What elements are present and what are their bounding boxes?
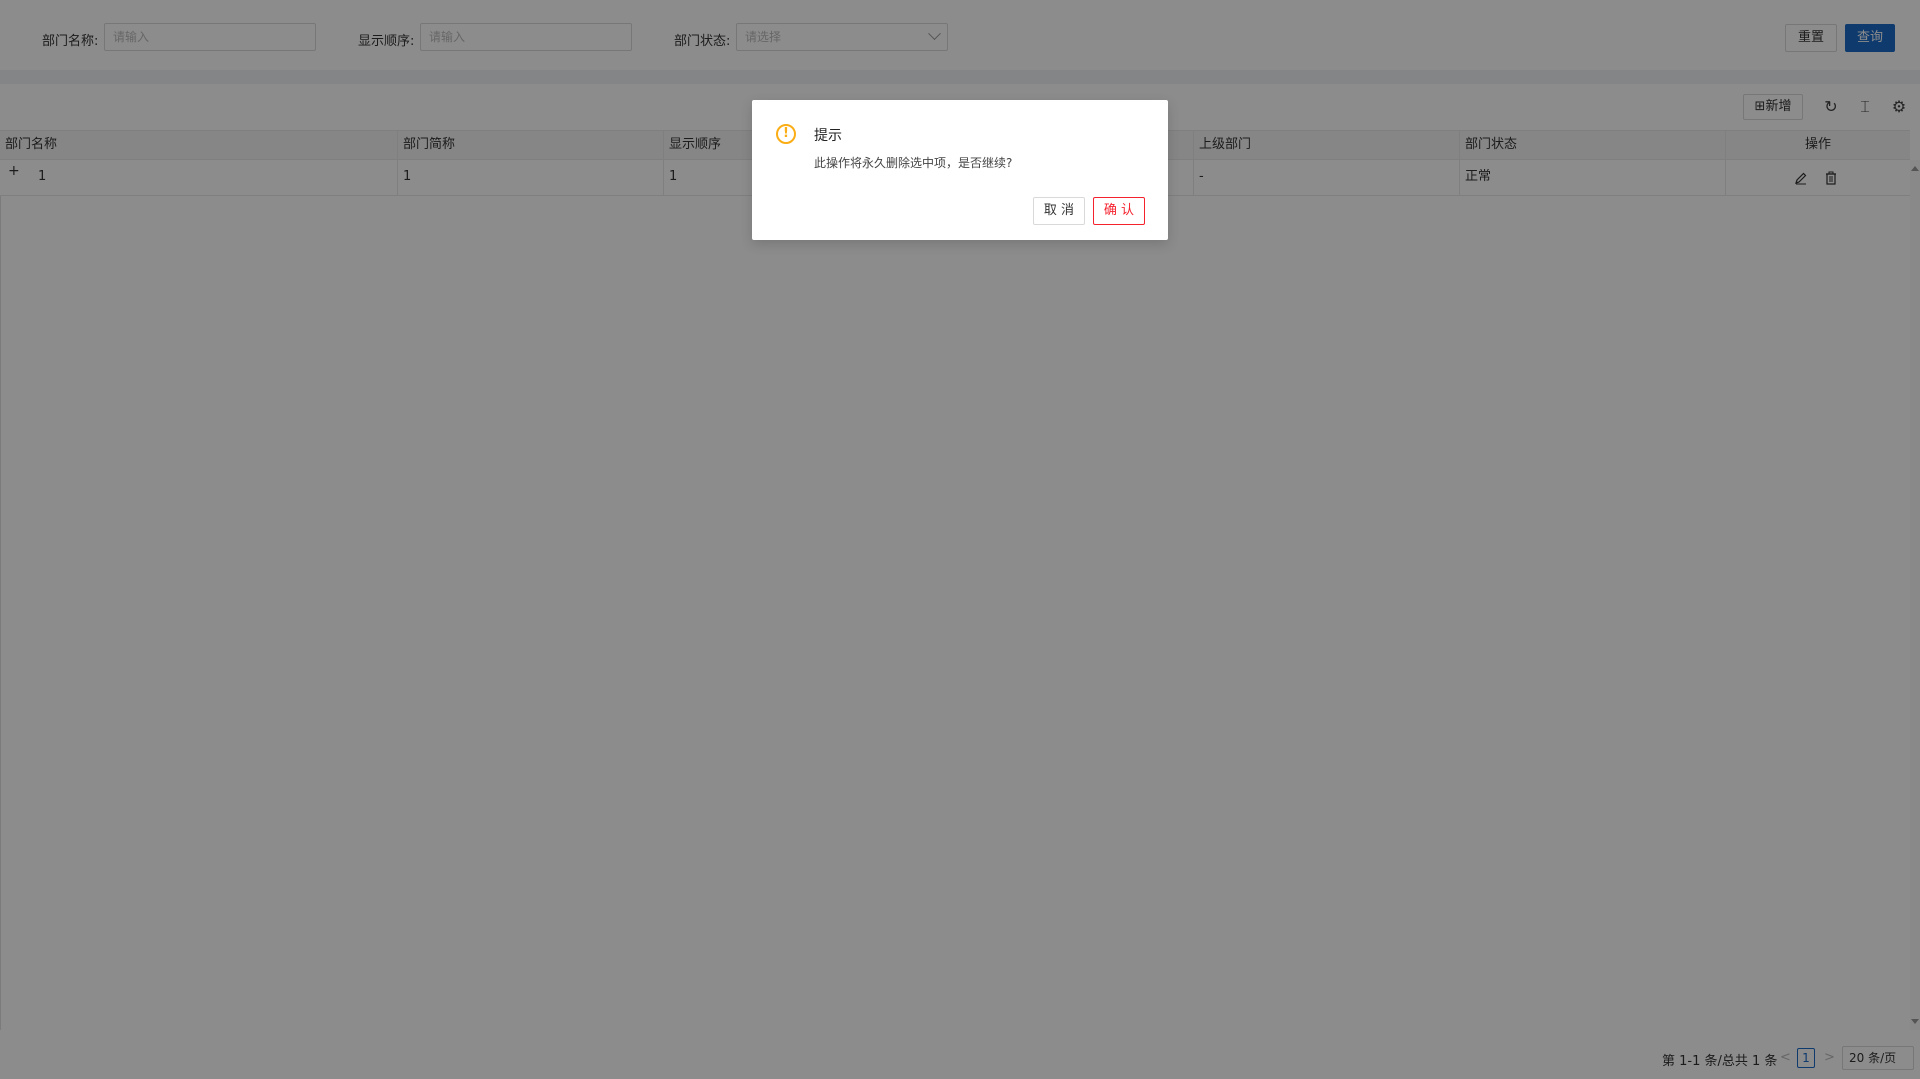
cancel-button[interactable]: 取 消 [1033, 197, 1085, 225]
confirm-button[interactable]: 确 认 [1093, 197, 1145, 225]
dialog-message: 此操作将永久删除选中项，是否继续? [814, 156, 1013, 170]
confirm-dialog: ! 提示 此操作将永久删除选中项，是否继续? 取 消 确 认 [752, 100, 1168, 240]
dialog-title: 提示 [814, 128, 842, 144]
exclamation-circle-icon: ! [776, 124, 796, 144]
